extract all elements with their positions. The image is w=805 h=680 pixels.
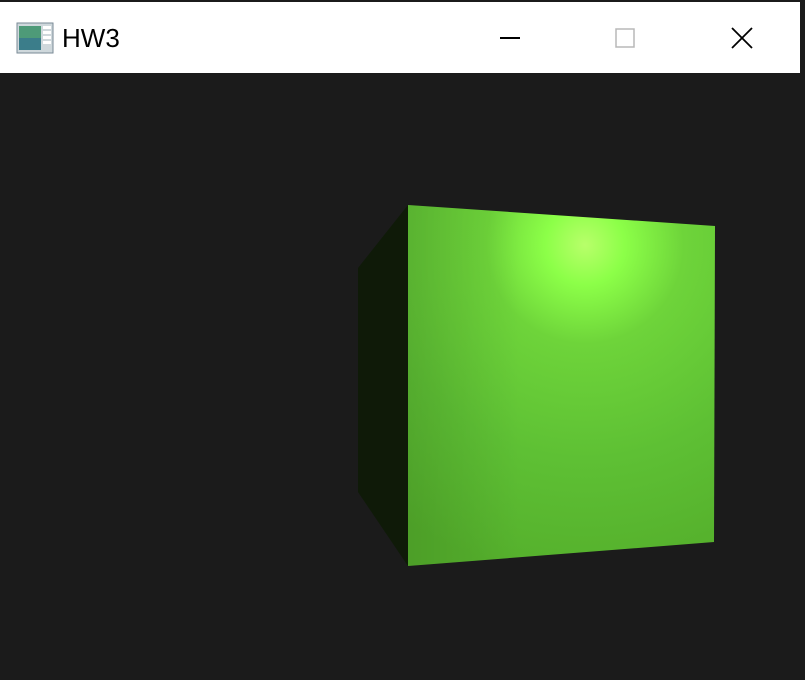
app-window: HW3 (0, 0, 805, 675)
render-viewport[interactable] (0, 73, 800, 675)
window-title: HW3 (62, 23, 120, 53)
close-button[interactable] (686, 4, 798, 72)
minimize-button[interactable] (454, 4, 566, 72)
cube-scene (358, 205, 715, 566)
window-border (800, 0, 805, 675)
title-bar[interactable]: HW3 (0, 0, 800, 73)
app-window-icon (16, 22, 54, 54)
maximize-icon (615, 28, 635, 48)
cube-side-face (358, 205, 408, 566)
maximize-button[interactable] (569, 4, 681, 72)
close-icon (731, 27, 753, 49)
minimize-icon (500, 37, 520, 39)
